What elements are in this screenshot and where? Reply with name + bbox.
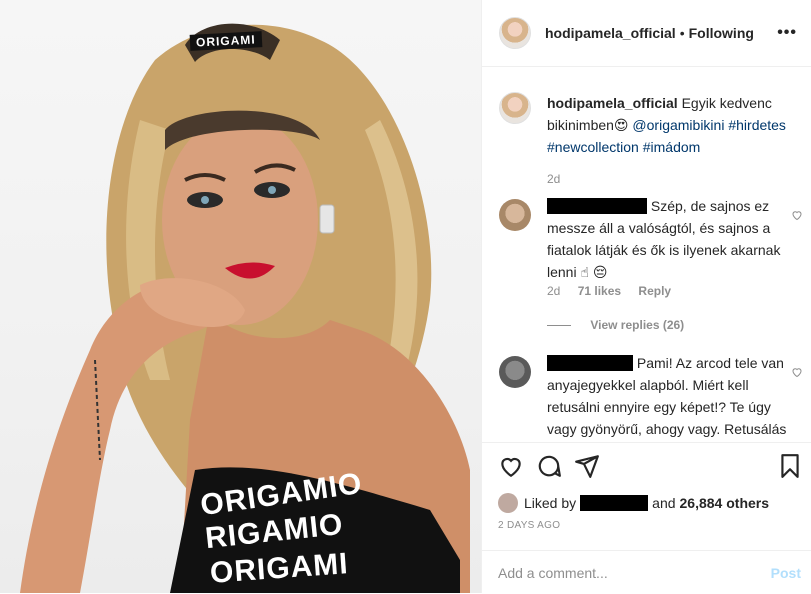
likes-count[interactable]: 26,884 others — [680, 495, 770, 511]
action-icons — [498, 453, 803, 481]
caption-text: hodipamela_official Egyik kedvenc bikini… — [547, 92, 807, 190]
caption-hashtag-hirdetes[interactable]: #hirdetes — [728, 117, 786, 133]
redacted-username — [547, 198, 647, 214]
post-side-panel: hodipamela_official • Following ••• hodi… — [481, 0, 811, 593]
comment-text: Pami! Az arcod tele van anyajegyekkel al… — [547, 352, 787, 442]
post-header: hodipamela_official • Following ••• — [482, 0, 811, 67]
author-username[interactable]: hodipamela_official — [545, 25, 676, 41]
like-icon[interactable] — [498, 453, 524, 479]
comment-reply-button[interactable]: Reply — [638, 284, 671, 298]
post-date: 2 DAYS AGO — [498, 520, 561, 531]
view-replies-button[interactable]: View replies (26) — [547, 318, 684, 332]
likes-and-label: and — [652, 495, 676, 511]
commenter-avatar[interactable] — [499, 356, 531, 388]
comment-icon[interactable] — [536, 453, 562, 479]
more-options-icon[interactable]: ••• — [777, 24, 797, 42]
post-comment-button[interactable]: Post — [771, 565, 801, 581]
comment-text: Szép, de sajnos ez messze áll a valóságt… — [547, 195, 787, 283]
comment-likes[interactable]: 71 likes — [578, 284, 621, 298]
comments-list[interactable]: hodipamela_official Egyik kedvenc bikini… — [482, 68, 811, 442]
replies-line — [547, 325, 571, 327]
comment-meta: 2d 71 likes Reply — [547, 284, 685, 298]
redacted-liker — [580, 495, 649, 511]
view-replies-label: View replies (26) — [590, 318, 685, 332]
commenter-avatar[interactable] — [499, 199, 531, 231]
add-comment-bar: Add a comment... Post — [482, 550, 811, 594]
header-separator: • — [679, 25, 685, 41]
likes-summary[interactable]: Liked by and 26,884 others — [498, 493, 769, 513]
comment-like-icon[interactable] — [791, 366, 803, 378]
post-photo[interactable]: ORIGAMI ORIGAMIO RIGAMIO ORIGAMI — [0, 0, 481, 593]
caption-username[interactable]: hodipamela_official — [547, 95, 678, 111]
liked-by-label: Liked by — [524, 495, 577, 511]
save-icon[interactable] — [777, 453, 803, 479]
caption-mention[interactable]: @origamibikini — [632, 117, 724, 133]
caption-avatar[interactable] — [499, 92, 531, 124]
add-comment-input[interactable]: Add a comment... — [498, 565, 608, 581]
liker-avatar — [498, 493, 518, 513]
comment-like-icon[interactable] — [791, 209, 803, 221]
author-avatar[interactable] — [499, 17, 531, 49]
redacted-username — [547, 355, 633, 371]
post-actions: Liked by and 26,884 others 2 DAYS AGO Ad… — [482, 442, 811, 594]
caption-hashtags[interactable]: #newcollection #imádom — [547, 139, 700, 155]
following-button[interactable]: Following — [689, 25, 754, 41]
caption-time: 2d — [547, 172, 561, 186]
share-icon[interactable] — [574, 453, 600, 479]
comment-time: 2d — [547, 284, 561, 298]
